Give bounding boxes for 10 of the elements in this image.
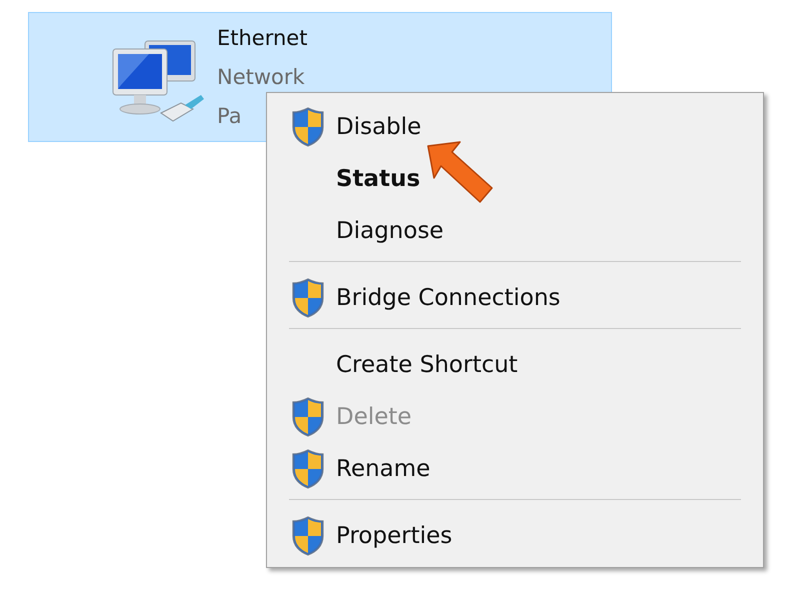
adapter-name: Ethernet (217, 25, 308, 51)
adapter-device: Pa (217, 103, 243, 129)
menu-item[interactable]: Properties (267, 510, 763, 562)
menu-item[interactable]: Diagnose (267, 205, 763, 257)
menu-item[interactable]: Bridge Connections (267, 272, 763, 324)
menu-item[interactable]: Create Shortcut (267, 339, 763, 391)
menu-item[interactable]: Disable (267, 101, 763, 153)
adapter-status: Network (217, 64, 306, 90)
menu-item[interactable]: Status (267, 153, 763, 205)
menu-item[interactable]: Rename (267, 443, 763, 495)
